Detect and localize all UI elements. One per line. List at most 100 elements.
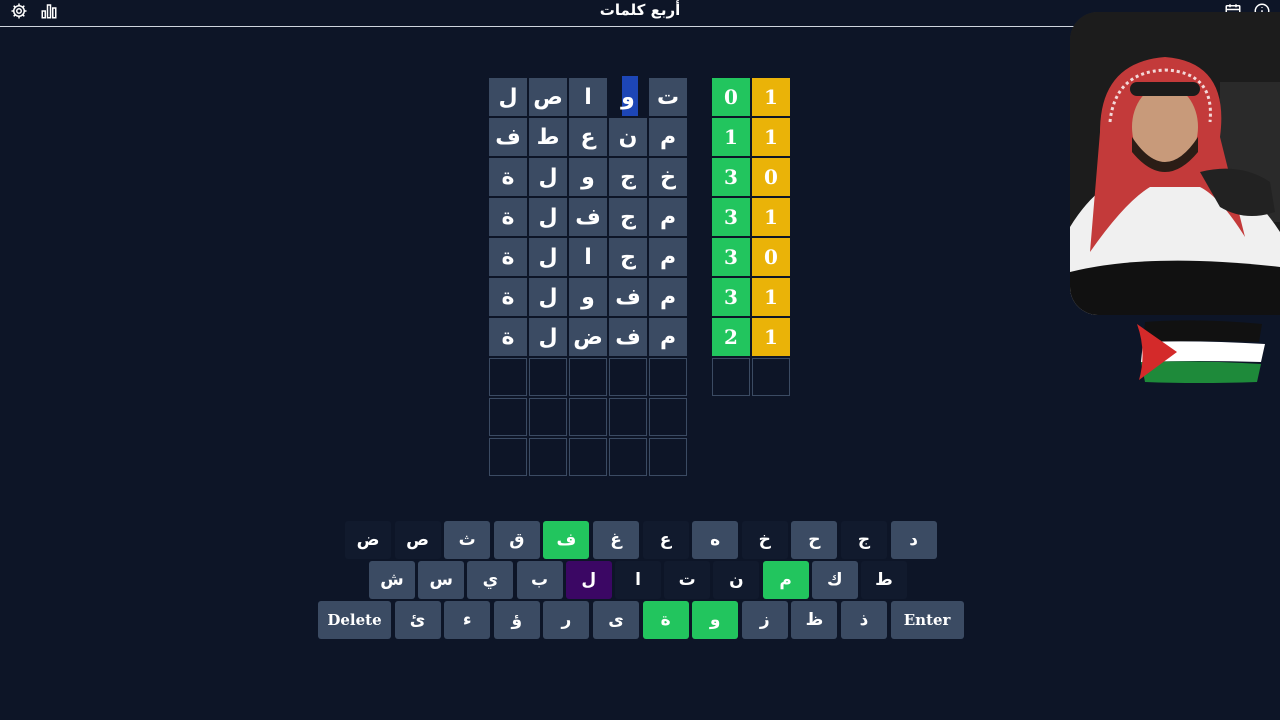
letter-tile: ج [609, 198, 647, 236]
letter-tile: ع [569, 118, 607, 156]
letter-key[interactable]: ة [642, 601, 689, 639]
letter-key[interactable]: ج [841, 521, 887, 559]
streamer-image [1070, 12, 1280, 315]
letter-key[interactable]: ذ [841, 601, 887, 639]
correct-position-count: 3 [712, 238, 750, 276]
letter-key[interactable]: ع [642, 521, 689, 559]
wrong-position-count: 1 [752, 198, 790, 236]
letter-key[interactable]: ح [791, 521, 838, 559]
correct-position-count: 3 [712, 198, 750, 236]
letter-tile: ة [489, 318, 527, 356]
empty-tile [609, 358, 647, 396]
letter-tile: ن [609, 118, 647, 156]
letter-tile: ج [609, 238, 647, 276]
letter-key[interactable]: ن [713, 561, 760, 599]
empty-score-box [752, 358, 790, 396]
empty-tile [529, 358, 567, 396]
empty-tile [489, 358, 527, 396]
letter-key[interactable]: ب [516, 561, 563, 599]
wrong-position-count: 1 [752, 118, 790, 156]
empty-tile [609, 398, 647, 436]
letter-tile: ا [569, 238, 607, 276]
correct-position-count: 3 [712, 158, 750, 196]
empty-tile [569, 438, 607, 476]
webcam-overlay [1070, 12, 1280, 315]
letter-key[interactable]: د [890, 521, 937, 559]
letter-tile: ض [569, 318, 607, 356]
letter-tile: م [649, 318, 687, 356]
letter-key[interactable]: خ [741, 521, 788, 559]
wrong-position-count: 1 [752, 318, 790, 356]
letter-tile: ت [649, 78, 687, 116]
letter-tile: ة [489, 278, 527, 316]
letter-key[interactable]: ي [467, 561, 514, 599]
letter-tile: ة [489, 198, 527, 236]
delete-key[interactable]: Delete [318, 601, 391, 639]
empty-tile [569, 358, 607, 396]
letter-key[interactable]: ه [692, 521, 739, 559]
empty-tile [649, 398, 687, 436]
letter-key[interactable]: ز [741, 601, 788, 639]
letter-key[interactable]: ق [493, 521, 540, 559]
letter-key[interactable]: م [762, 561, 809, 599]
wrong-position-count: 1 [752, 278, 790, 316]
letter-tile: و [621, 84, 635, 110]
empty-tile [649, 358, 687, 396]
letter-tile: ط [529, 118, 567, 156]
letter-tile: ل [529, 318, 567, 356]
letter-tile: م [649, 198, 687, 236]
letter-tile: ف [569, 198, 607, 236]
letter-key[interactable]: ث [444, 521, 491, 559]
letter-tile: و [569, 278, 607, 316]
letter-tile: ة [489, 238, 527, 276]
letter-key[interactable]: ض [345, 521, 391, 559]
wrong-position-count: 1 [752, 78, 790, 116]
letter-tile: ل [529, 238, 567, 276]
empty-tile [489, 398, 527, 436]
letter-key[interactable]: ت [664, 561, 711, 599]
letter-key[interactable]: ء [444, 601, 491, 639]
wrong-position-count: 0 [752, 158, 790, 196]
letter-key[interactable]: ظ [791, 601, 838, 639]
letter-tile: ف [609, 278, 647, 316]
empty-tile [529, 438, 567, 476]
letter-key[interactable]: س [418, 561, 465, 599]
letter-tile: ص [529, 78, 567, 116]
letter-key[interactable]: ا [615, 561, 661, 599]
letter-key[interactable]: ش [369, 561, 415, 599]
letter-tile: م [649, 278, 687, 316]
wrong-position-count: 0 [752, 238, 790, 276]
empty-tile [489, 438, 527, 476]
letter-key[interactable]: ل [565, 561, 612, 599]
letter-key[interactable]: ر [543, 601, 590, 639]
letter-key[interactable]: ئ [394, 601, 441, 639]
letter-key[interactable]: ؤ [493, 601, 540, 639]
letter-key[interactable]: غ [593, 521, 639, 559]
letter-key[interactable]: ف [543, 521, 590, 559]
letter-tile: ل [529, 278, 567, 316]
empty-score-box [712, 358, 750, 396]
correct-position-count: 2 [712, 318, 750, 356]
letter-tile: ف [609, 318, 647, 356]
empty-tile [609, 438, 647, 476]
letter-tile: و [569, 158, 607, 196]
letter-key[interactable]: ص [394, 521, 441, 559]
enter-key[interactable]: Enter [890, 601, 964, 639]
letter-key[interactable]: ك [811, 561, 858, 599]
letter-tile: ل [529, 198, 567, 236]
empty-tile [529, 398, 567, 436]
letter-tile: ج [609, 158, 647, 196]
letter-key[interactable]: ى [593, 601, 639, 639]
correct-position-count: 3 [712, 278, 750, 316]
letter-key[interactable]: و [692, 601, 739, 639]
palestine-flag-image [1137, 320, 1267, 384]
correct-position-count: 0 [712, 78, 750, 116]
letter-key[interactable]: ط [861, 561, 907, 599]
letter-tile: م [649, 118, 687, 156]
letter-tile: ل [489, 78, 527, 116]
letter-tile: ا [569, 78, 607, 116]
empty-tile [649, 438, 687, 476]
letter-tile: م [649, 238, 687, 276]
letter-tile: ف [489, 118, 527, 156]
empty-tile [569, 398, 607, 436]
